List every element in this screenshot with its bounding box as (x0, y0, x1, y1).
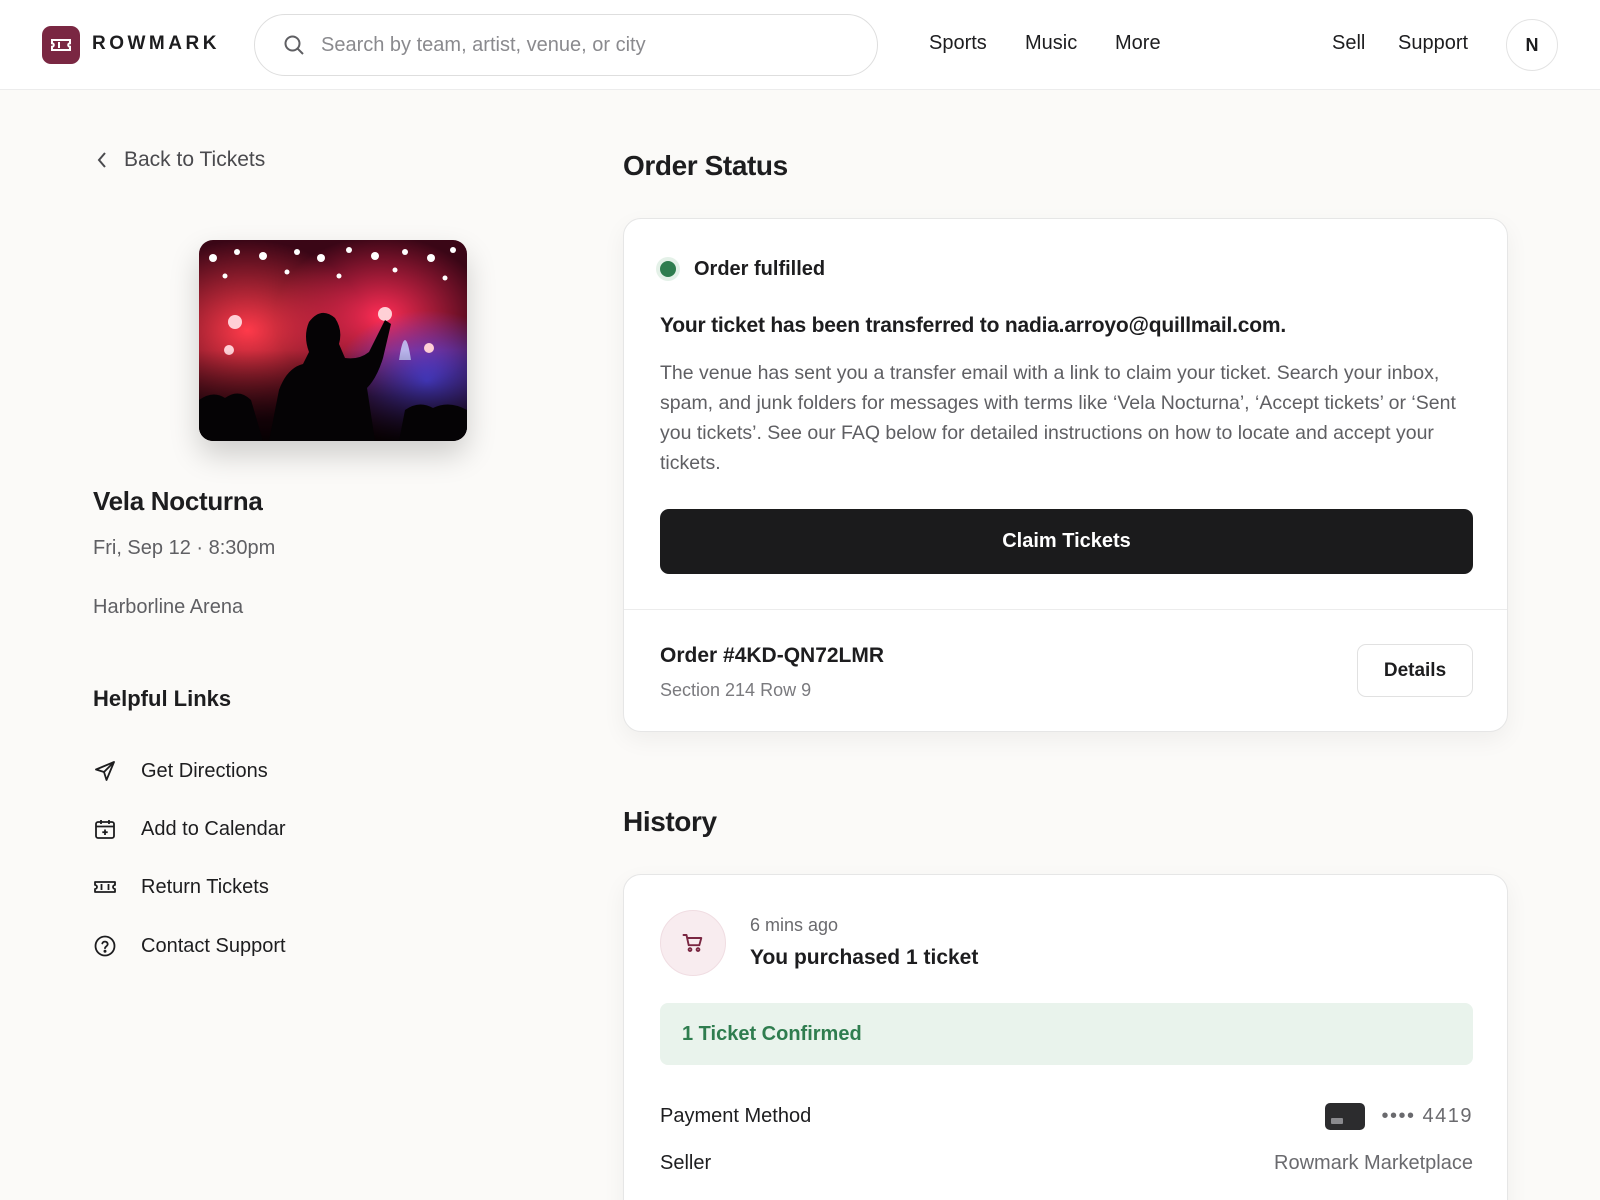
search-input[interactable] (321, 27, 851, 63)
history-card: 6 mins ago You purchased 1 ticket 1 Tick… (623, 874, 1508, 1200)
send-icon (95, 761, 115, 781)
ticket-confirmed-banner: 1 Ticket Confirmed (660, 1003, 1473, 1065)
order-status-indicator: Order fulfilled (656, 257, 825, 281)
event-venue: Harborline Arena (93, 596, 244, 618)
ticket-icon (94, 881, 116, 893)
card-last-digits: •••• 4419 (1381, 1105, 1473, 1127)
help-circle-icon (94, 935, 116, 957)
seller-label: Seller (660, 1152, 712, 1174)
helpful-link-label: Contact Support (141, 934, 286, 957)
nav-support[interactable]: Support (1398, 32, 1468, 55)
order-status-card: Order fulfilled Your ticket has been tra… (623, 218, 1508, 732)
history-event-title: You purchased 1 ticket (750, 946, 979, 969)
transfer-instructions: The venue has sent you a transfer email … (660, 362, 1456, 474)
history-timestamp: 6 mins ago (750, 915, 839, 935)
nav-sell[interactable]: Sell (1332, 32, 1365, 55)
transfer-headline: Your ticket has been transferred to nadi… (660, 314, 1286, 337)
search-icon (284, 35, 304, 55)
order-details-button[interactable]: Details (1357, 644, 1473, 697)
credit-card-icon (1325, 1103, 1366, 1130)
status-dot-icon (656, 257, 680, 281)
helpful-link-label: Add to Calendar (141, 817, 286, 840)
event-photo (199, 240, 467, 441)
order-number: Order #4KD-QN72LMR (660, 644, 885, 667)
order-status-heading: Order Status (623, 150, 788, 181)
seller-row: Seller Rowmark Marketplace (660, 1152, 1473, 1175)
helpful-link-label: Return Tickets (141, 875, 269, 898)
divider (624, 609, 1507, 610)
back-link-label: Back to Tickets (124, 148, 266, 171)
seat-info: Section 214 Row 9 (660, 680, 812, 700)
nav-sports[interactable]: Sports (929, 32, 987, 55)
back-to-tickets-link[interactable]: Back to Tickets (96, 148, 265, 172)
event-date: Fri, Sep 12 · 8:30pm (93, 537, 276, 559)
add-to-calendar-link[interactable]: Add to Calendar (93, 817, 286, 841)
user-avatar[interactable]: N (1506, 19, 1558, 71)
top-navigation-bar: ROWMARK Sports Music More Sell Support N (0, 0, 1600, 90)
brand-name[interactable]: ROWMARK (92, 33, 220, 55)
history-heading: History (623, 806, 717, 837)
nav-music[interactable]: Music (1025, 32, 1077, 55)
return-tickets-link[interactable]: Return Tickets (93, 875, 269, 899)
seller-value: Rowmark Marketplace (1274, 1152, 1473, 1174)
payment-method-row: Payment Method •••• 4419 (660, 1103, 1473, 1130)
status-label: Order fulfilled (694, 257, 826, 280)
contact-support-link[interactable]: Contact Support (93, 934, 286, 958)
event-title: Vela Nocturna (93, 486, 263, 516)
helpful-links-heading: Helpful Links (93, 686, 232, 711)
payment-method-value: •••• 4419 (1325, 1103, 1473, 1130)
shopping-cart-icon (660, 910, 726, 976)
search-bar[interactable] (254, 14, 878, 76)
payment-method-label: Payment Method (660, 1105, 812, 1127)
nav-more[interactable]: More (1115, 32, 1161, 55)
ticket-logo-icon[interactable] (42, 26, 80, 64)
claim-tickets-button[interactable]: Claim Tickets (660, 509, 1473, 574)
calendar-add-icon (95, 820, 115, 839)
get-directions-link[interactable]: Get Directions (93, 759, 268, 783)
helpful-link-label: Get Directions (141, 759, 268, 782)
chevron-left-icon (97, 152, 106, 168)
